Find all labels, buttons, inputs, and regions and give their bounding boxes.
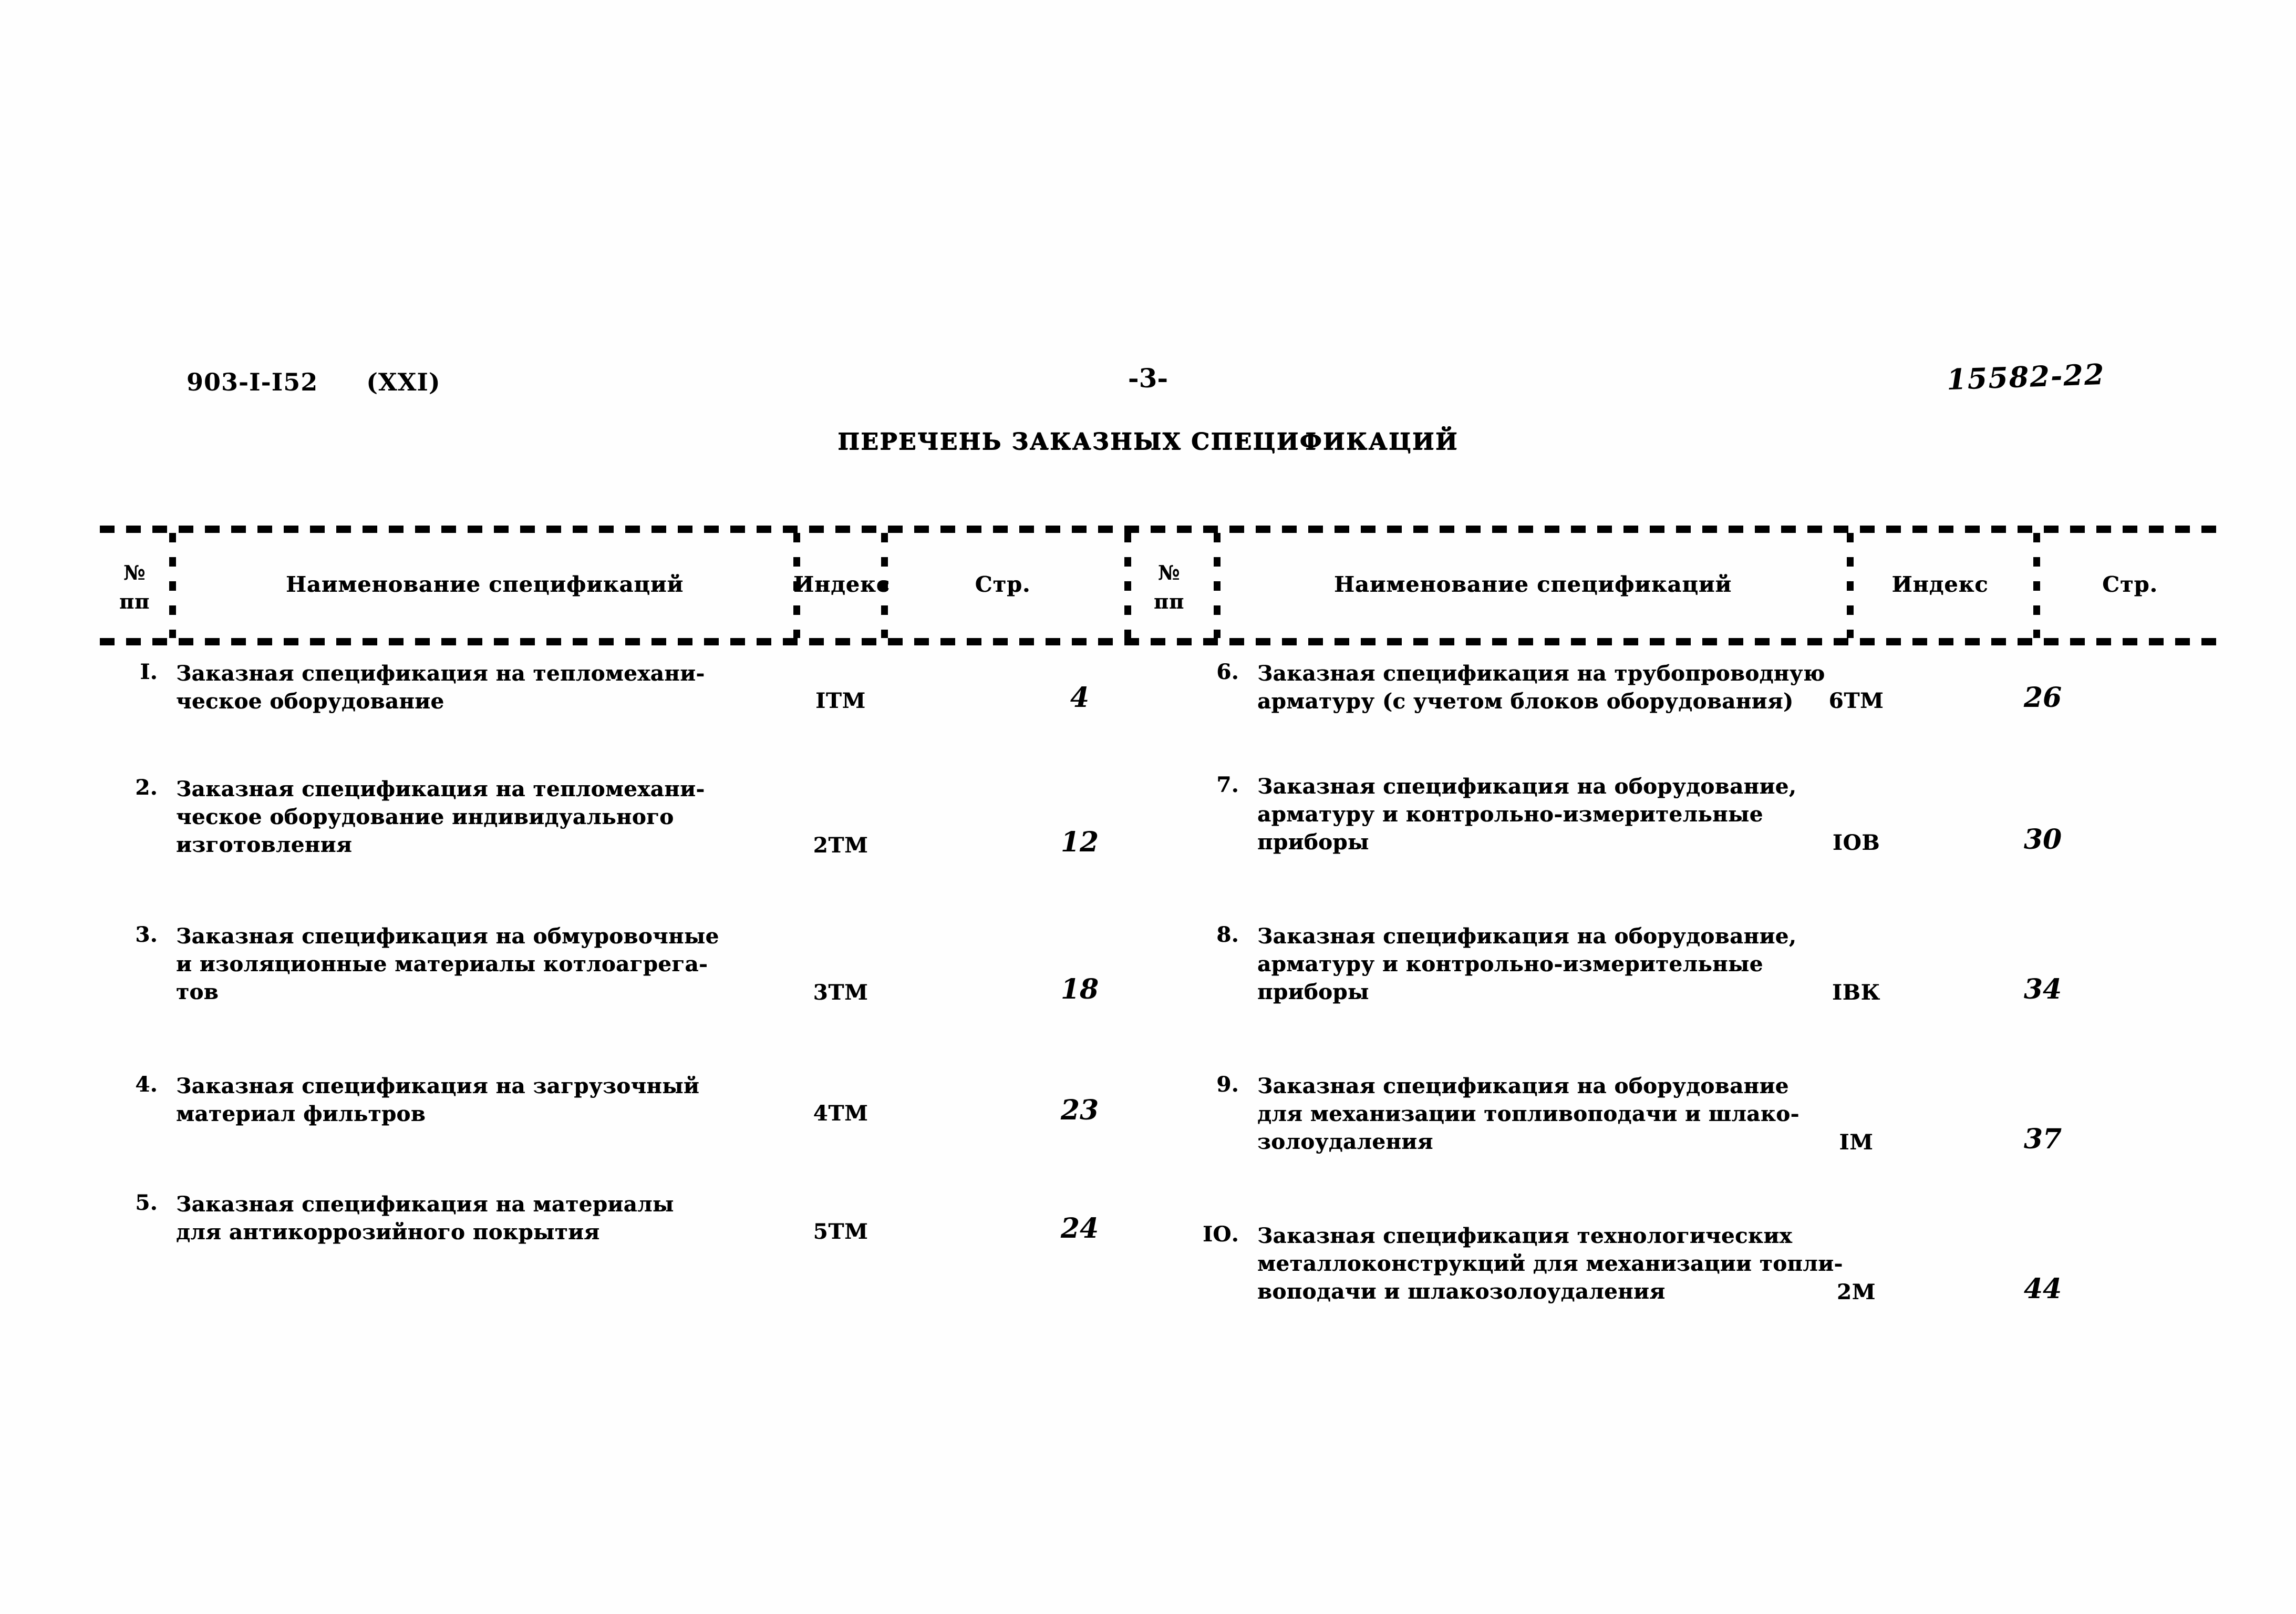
row-page: 24	[1060, 1212, 1099, 1245]
row-number: 4.	[135, 1072, 158, 1097]
table-bottom-rule	[100, 638, 2227, 645]
row-number: 2.	[135, 775, 158, 800]
row-page: 44	[2023, 1273, 2062, 1305]
table-row: 4. Заказная спецификация на загрузочный …	[100, 1072, 1177, 1190]
row-number: IО.	[1203, 1222, 1239, 1247]
col-header-name-left: Наименование спецификаций	[285, 572, 684, 597]
row-page: 26	[2023, 682, 2062, 714]
col-header-num-symbol-right: №	[1157, 561, 1181, 584]
col-header-num-right: № пп	[1124, 558, 1214, 616]
table-row: IО. Заказная спецификация технологически…	[1181, 1222, 2227, 1372]
row-index: 3ТМ	[813, 980, 868, 1005]
table-header-frame: № пп Наименование спецификаций Индекс Ст…	[100, 526, 2227, 645]
row-number: 6.	[1216, 660, 1239, 684]
row-index: IВК	[1832, 980, 1880, 1005]
col-header-index-right: Индекс	[1891, 572, 1989, 597]
col-header-num-sub-right: пп	[1153, 590, 1185, 614]
table-body-right: 6. Заказная спецификация на трубопроводн…	[1181, 660, 2227, 1372]
row-page: 23	[1060, 1094, 1099, 1126]
table-row: 5. Заказная спецификация на материалы дл…	[100, 1190, 1177, 1309]
table-top-rule	[100, 526, 2227, 533]
row-number: 7.	[1216, 773, 1239, 797]
row-number: 9.	[1216, 1072, 1239, 1097]
column-divider-left-num	[169, 533, 176, 638]
row-index: IТМ	[815, 688, 866, 713]
row-spec-name: Заказная спецификация на тепломехани- че…	[176, 777, 705, 858]
col-header-page-left: Стр.	[975, 572, 1031, 597]
archive-stamp: 15582-22	[1946, 357, 2106, 397]
row-number: 3.	[135, 922, 158, 947]
table-body-left: I. Заказная спецификация на тепломехани-…	[100, 660, 1177, 1309]
row-spec-name: Заказная спецификация на обмуровочные и …	[176, 924, 719, 1005]
row-index: 2М	[1836, 1280, 1876, 1304]
page-title: ПЕРЕЧЕНЬ ЗАКАЗНЫХ СПЕЦИФИКАЦИЙ	[837, 428, 1459, 455]
table-row: 2. Заказная спецификация на тепломехани-…	[100, 775, 1177, 922]
row-index: 2ТМ	[813, 833, 868, 858]
table-row: 6. Заказная спецификация на трубопроводн…	[1181, 660, 2227, 773]
row-page: 30	[2023, 824, 2062, 856]
row-page: 12	[1060, 826, 1099, 858]
row-number: 5.	[135, 1190, 158, 1215]
row-index: IОВ	[1832, 830, 1880, 855]
col-header-num-symbol: №	[123, 561, 146, 584]
row-number: I.	[140, 660, 158, 684]
row-index: 4ТМ	[813, 1101, 868, 1126]
table-row: I. Заказная спецификация на тепломехани-…	[100, 660, 1177, 775]
col-header-index-left: Индекс	[793, 572, 890, 597]
table-row: 7. Заказная спецификация на оборудование…	[1181, 773, 2227, 922]
table-row: 8. Заказная спецификация на оборудование…	[1181, 922, 2227, 1072]
col-header-page-right: Стр.	[2102, 572, 2158, 597]
row-page: 4	[1070, 682, 1090, 714]
row-page: 34	[2023, 973, 2062, 1005]
row-page: 37	[2023, 1123, 2062, 1155]
row-page: 18	[1060, 973, 1099, 1005]
col-header-num-sub: пп	[119, 590, 150, 614]
col-header-name-right: Наименование спецификаций	[1333, 572, 1732, 597]
document-page: 903-I-I52 (XXI) -3- 15582-22 ПЕРЕЧЕНЬ ЗАК…	[0, 0, 2296, 1614]
table-row: 9. Заказная спецификация на оборудование…	[1181, 1072, 2227, 1222]
row-spec-name: Заказная спецификация на загрузочный мат…	[176, 1074, 700, 1127]
row-spec-name: Заказная спецификация на материалы для а…	[176, 1192, 674, 1245]
row-number: 8.	[1216, 922, 1239, 947]
row-index: 5ТМ	[813, 1219, 868, 1244]
table-row: 3. Заказная спецификация на обмуровочные…	[100, 922, 1177, 1072]
row-index: 6ТМ	[1828, 688, 1884, 713]
row-spec-name: Заказная спецификация на тепломехани- че…	[176, 661, 705, 714]
row-index: IМ	[1839, 1130, 1874, 1155]
col-header-num-left: № пп	[100, 558, 169, 616]
